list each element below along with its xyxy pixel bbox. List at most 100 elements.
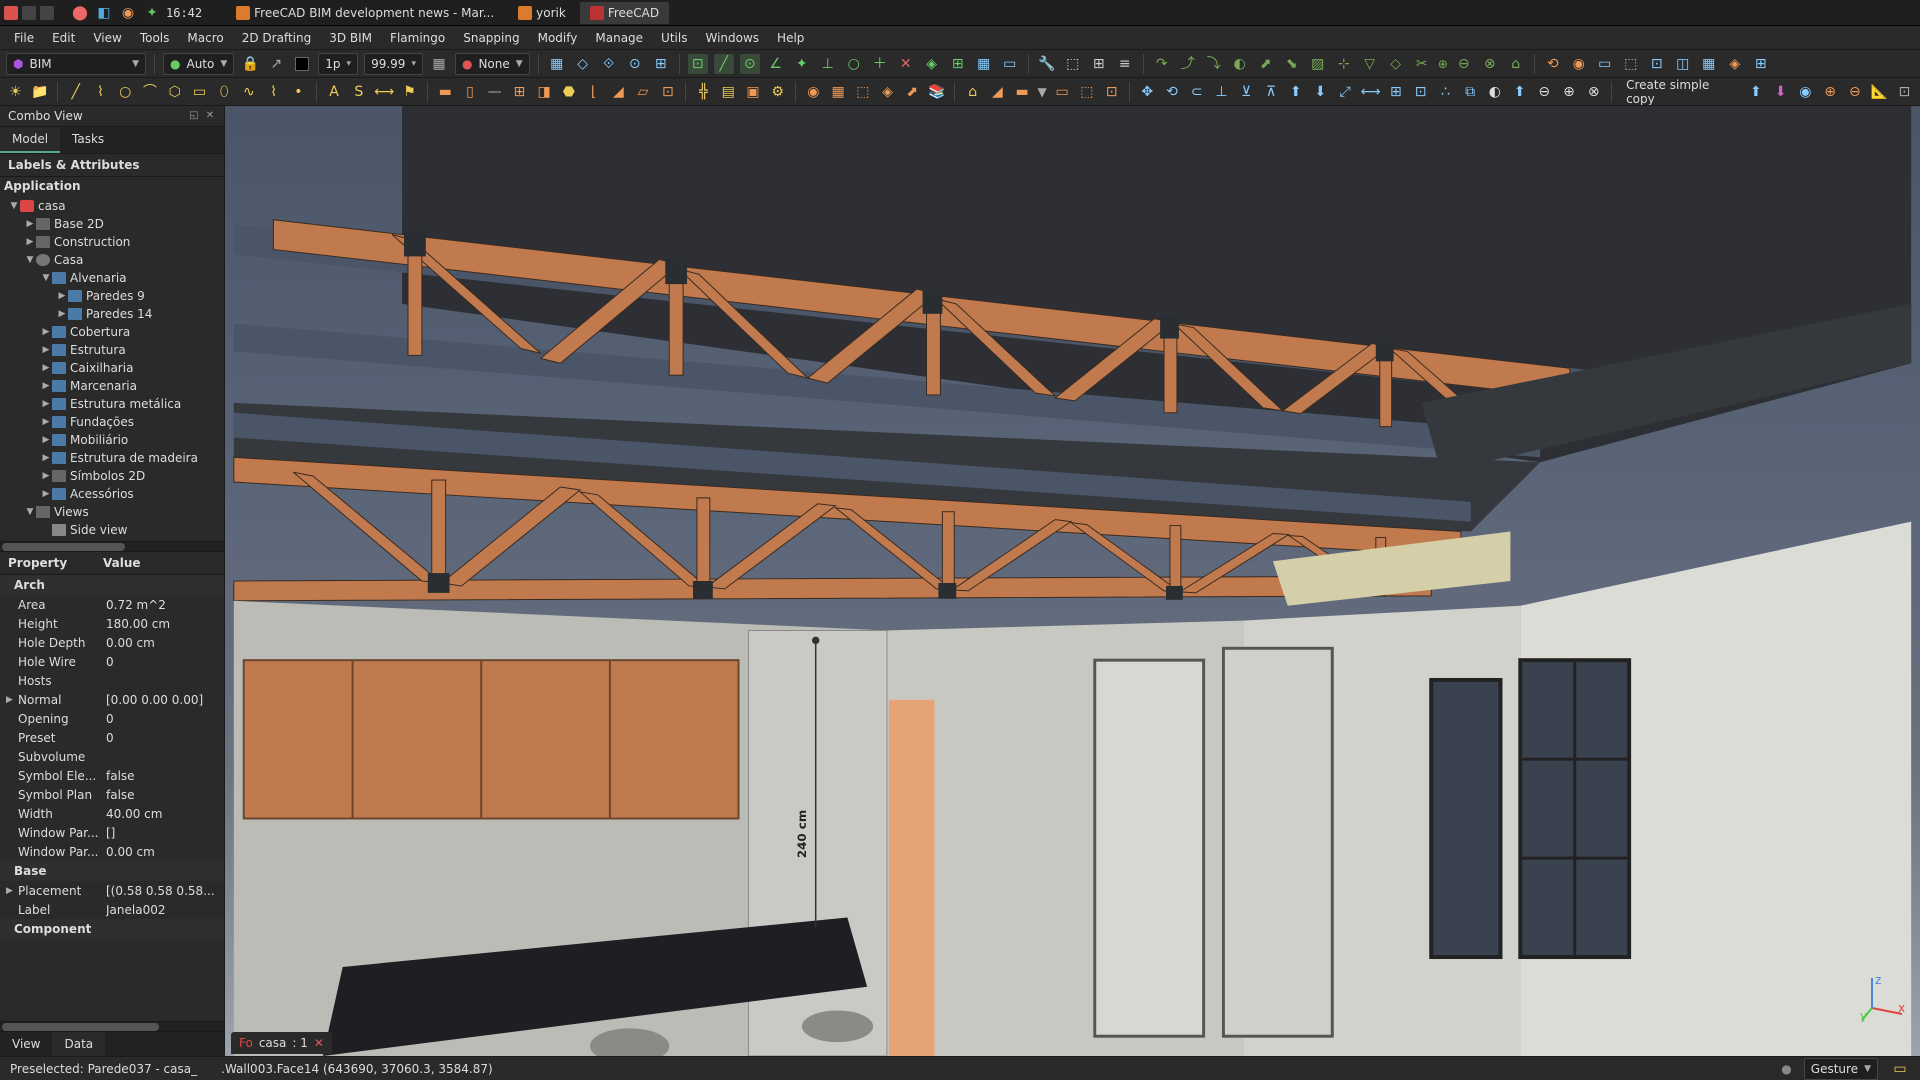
expand-icon[interactable]: ▶ [40,471,52,481]
menu-windows[interactable]: Windows [697,28,767,48]
menu-utils[interactable]: Utils [653,28,695,48]
fuse-icon[interactable]: ⊕ [1560,82,1579,102]
wrench-icon[interactable]: 🔧 [1037,54,1057,74]
pipe-icon[interactable]: ⬣ [560,82,579,102]
property-row[interactable]: Preset0 [0,728,224,747]
join-icon[interactable]: ⊻ [1237,82,1256,102]
tree-item[interactable]: ▶Símbolos 2D [0,467,224,485]
equipment-icon[interactable]: ⚙ [768,82,787,102]
property-row[interactable]: Window Par...0.00 cm [0,842,224,861]
layer-none[interactable]: ● None▼ [455,53,530,75]
tree-item[interactable]: ▶Caixilharia [0,359,224,377]
tree-item[interactable]: ▶Estrutura de madeira [0,449,224,467]
library-icon[interactable]: 📚 [928,82,947,102]
scale-icon[interactable]: ⤢ [1336,82,1355,102]
undock-icon[interactable]: ◱ [188,110,200,122]
polygon-icon[interactable]: ⬡ [165,82,184,102]
survey-icon[interactable]: 📐 [1870,82,1889,102]
firefox-icon[interactable]: ◉ [118,3,138,23]
auto-color[interactable]: ● Auto▼ [163,53,234,75]
open-icon[interactable]: 📁 [31,82,50,102]
layers-icon[interactable]: ≡ [1115,54,1135,74]
menu-manage[interactable]: Manage [587,28,651,48]
tool-icon[interactable]: ▦ [1699,54,1719,74]
new-icon[interactable]: ☀ [6,82,25,102]
tab-view[interactable]: View [0,1032,52,1056]
axis-icon[interactable]: ╬ [694,82,713,102]
expand-icon[interactable]: ▶ [40,453,52,463]
expand-icon[interactable]: ▼ [8,201,20,211]
expand-icon[interactable]: ▶ [40,345,52,355]
property-row[interactable]: Symbol Planfalse [0,785,224,804]
array-icon[interactable]: ⊡ [1411,82,1430,102]
modify-icon[interactable]: ⤴ [1178,54,1198,74]
snap-wp-icon[interactable]: ▭ [1000,54,1020,74]
project-icon[interactable]: ⌂ [963,82,982,102]
modify-icon[interactable]: ⬊ [1282,54,1302,74]
tree-item[interactable]: ▶Paredes 9 [0,287,224,305]
line-icon[interactable]: ╱ [66,82,85,102]
snap-parallel-icon[interactable]: ＋ [870,54,890,74]
menu-snapping[interactable]: Snapping [455,28,527,48]
menu-edit[interactable]: Edit [44,28,83,48]
cube-icon[interactable]: ⬚ [1063,54,1083,74]
space-icon[interactable]: ▣ [744,82,763,102]
material-icon[interactable]: ◉ [804,82,823,102]
bspline-icon[interactable]: ∿ [240,82,259,102]
menu-2d-drafting[interactable]: 2D Drafting [234,28,320,48]
tree-item[interactable]: ▶Marcenaria [0,377,224,395]
workbench-selector[interactable]: ⬢ BIM ▼ [6,53,146,75]
property-row[interactable]: Width40.00 cm [0,804,224,823]
modify-icon[interactable]: ⊗ [1480,54,1500,74]
structure-icon[interactable]: ▯ [461,82,480,102]
arrow-up-icon[interactable]: ⬆ [1747,82,1766,102]
expand-icon[interactable]: ▶ [6,695,18,705]
snap-center-icon[interactable]: ⊙ [740,54,760,74]
tree-item[interactable]: ▶Mobiliário [0,431,224,449]
common-icon[interactable]: ⊗ [1584,82,1603,102]
draft2sketch-icon[interactable]: ⊞ [1387,82,1406,102]
expand-icon[interactable]: ▶ [24,237,36,247]
modify-icon[interactable]: ⬈ [1256,54,1276,74]
circle-icon[interactable]: ○ [116,82,135,102]
expand-icon[interactable]: ▶ [40,381,52,391]
tool-icon[interactable]: ▭ [1595,54,1615,74]
nav-style-selector[interactable]: Gesture▼ [1804,1058,1878,1080]
titlebar-tab[interactable]: yorik [508,2,576,24]
window-icon[interactable]: ⊞ [510,82,529,102]
menu-view[interactable]: View [85,28,129,48]
expand-icon[interactable]: ▶ [56,309,68,319]
box-icon[interactable]: ⬚ [1078,82,1097,102]
tree-item[interactable]: ▼casa [0,197,224,215]
model-tree[interactable]: ▼casa▶Base 2D▶Construction▼Casa▼Alvenari… [0,195,224,541]
text-icon[interactable]: A [325,82,344,102]
property-row[interactable]: Subvolume [0,747,224,766]
snap-special-icon[interactable]: ✕ [896,54,916,74]
report-icon[interactable]: ▭ [1890,1059,1910,1079]
snap-perp-icon[interactable]: ⊥ [818,54,838,74]
rotate-icon[interactable]: ⟲ [1163,82,1182,102]
tree-item[interactable]: ▼Views [0,503,224,521]
menu-3d-bim[interactable]: 3D BIM [321,28,380,48]
tree-item[interactable]: ▶Fundações [0,413,224,431]
property-row[interactable]: Window Par...[] [0,823,224,842]
arrow-icon[interactable]: ↗ [266,54,286,74]
document-tab[interactable]: Fo casa : 1 ✕ [231,1032,332,1054]
tool-icon[interactable]: ◉ [1569,54,1589,74]
tool-icon[interactable]: ⊞ [1751,54,1771,74]
property-row[interactable]: Symbol Ele...false [0,766,224,785]
menu-flamingo[interactable]: Flamingo [382,28,453,48]
menu-tools[interactable]: Tools [132,28,178,48]
expand-icon[interactable]: ▶ [40,363,52,373]
clone-icon[interactable]: ⧉ [1461,82,1480,102]
stretch-icon[interactable]: ⟷ [1361,82,1381,102]
modify-icon[interactable]: ⊹ [1334,54,1354,74]
section-icon[interactable]: ▤ [719,82,738,102]
box-icon[interactable]: ⊡ [1102,82,1121,102]
menu-macro[interactable]: Macro [179,28,231,48]
building-icon[interactable]: ▬ [1013,82,1032,102]
expand-icon[interactable]: ▶ [6,886,18,896]
snap-ortho-icon[interactable]: ⊞ [948,54,968,74]
tool-icon[interactable]: ⟲ [1543,54,1563,74]
modify-icon[interactable]: ◇ [1386,54,1406,74]
